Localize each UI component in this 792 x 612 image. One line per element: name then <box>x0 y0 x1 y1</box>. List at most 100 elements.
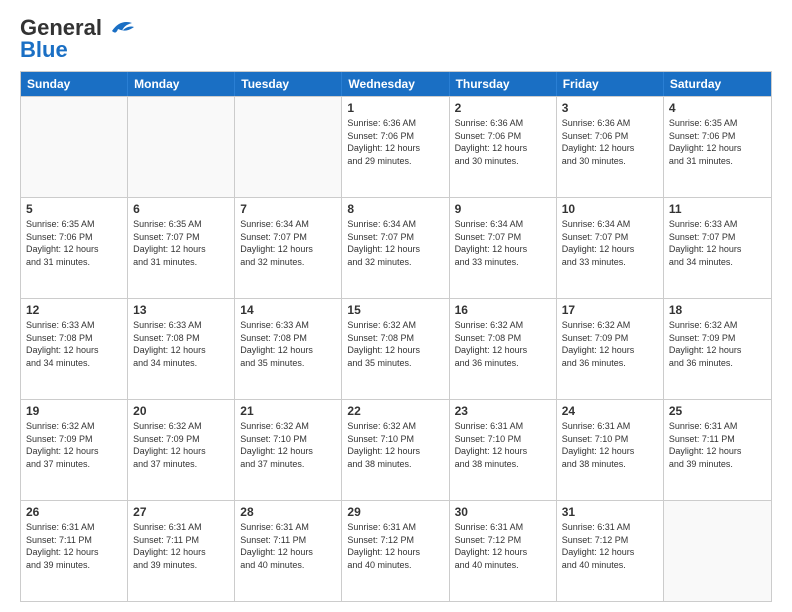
day-info-5: Sunrise: 6:35 AM Sunset: 7:06 PM Dayligh… <box>26 218 122 268</box>
day-cell-16: 16 Sunrise: 6:32 AM Sunset: 7:08 PM Dayli… <box>450 299 557 399</box>
day-info-28: Sunrise: 6:31 AM Sunset: 7:11 PM Dayligh… <box>240 521 336 571</box>
day-info-19: Sunrise: 6:32 AM Sunset: 7:09 PM Dayligh… <box>26 420 122 470</box>
day-info-10: Sunrise: 6:34 AM Sunset: 7:07 PM Dayligh… <box>562 218 658 268</box>
header-day-sunday: Sunday <box>21 72 128 96</box>
day-number-30: 30 <box>455 505 551 519</box>
calendar-header: SundayMondayTuesdayWednesdayThursdayFrid… <box>21 72 771 96</box>
day-cell-9: 9 Sunrise: 6:34 AM Sunset: 7:07 PM Daylig… <box>450 198 557 298</box>
day-info-13: Sunrise: 6:33 AM Sunset: 7:08 PM Dayligh… <box>133 319 229 369</box>
day-cell-3: 3Sunrise: 6:36 AM Sunset: 7:06 PM Daylig… <box>557 97 664 197</box>
day-info-26: Sunrise: 6:31 AM Sunset: 7:11 PM Dayligh… <box>26 521 122 571</box>
logo-blue: Blue <box>20 37 68 63</box>
day-info-12: Sunrise: 6:33 AM Sunset: 7:08 PM Dayligh… <box>26 319 122 369</box>
day-number-19: 19 <box>26 404 122 418</box>
day-number-18: 18 <box>669 303 766 317</box>
day-cell-10: 10 Sunrise: 6:34 AM Sunset: 7:07 PM Dayli… <box>557 198 664 298</box>
day-info-15: Sunrise: 6:32 AM Sunset: 7:08 PM Dayligh… <box>347 319 443 369</box>
day-number-21: 21 <box>240 404 336 418</box>
day-number-13: 13 <box>133 303 229 317</box>
day-info-18: Sunrise: 6:32 AM Sunset: 7:09 PM Dayligh… <box>669 319 766 369</box>
day-cell-6: 6 Sunrise: 6:35 AM Sunset: 7:07 PM Daylig… <box>128 198 235 298</box>
day-info-31: Sunrise: 6:31 AM Sunset: 7:12 PM Dayligh… <box>562 521 658 571</box>
day-cell-24: 24 Sunrise: 6:31 AM Sunset: 7:10 PM Dayli… <box>557 400 664 500</box>
header-day-wednesday: Wednesday <box>342 72 449 96</box>
day-number-8: 8 <box>347 202 443 216</box>
day-cell-30: 30 Sunrise: 6:31 AM Sunset: 7:12 PM Dayli… <box>450 501 557 601</box>
week-row-2: 5Sunrise: 6:35 AM Sunset: 7:06 PM Daylig… <box>21 197 771 298</box>
day-cell-27: 27Sunrise: 6:31 AM Sunset: 7:11 PM Dayli… <box>128 501 235 601</box>
day-number-6: 6 <box>133 202 229 216</box>
header-day-friday: Friday <box>557 72 664 96</box>
day-cell-1: 1Sunrise: 6:36 AM Sunset: 7:06 PM Daylig… <box>342 97 449 197</box>
calendar-body: 1 Sunrise: 6:36 AM Sunset: 7:06 PM Daylig… <box>21 96 771 601</box>
day-number-2: 2 <box>455 101 551 115</box>
day-number-24: 24 <box>562 404 658 418</box>
day-info-27: Sunrise: 6:31 AM Sunset: 7:11 PM Dayligh… <box>133 521 229 571</box>
day-number-9: 9 <box>455 202 551 216</box>
day-info-14: Sunrise: 6:33 AM Sunset: 7:08 PM Dayligh… <box>240 319 336 369</box>
day-number-23: 23 <box>455 404 551 418</box>
day-info-17: Sunrise: 6:32 AM Sunset: 7:09 PM Dayligh… <box>562 319 658 369</box>
day-cell-25: 25 Sunrise: 6:31 AM Sunset: 7:11 PM Dayli… <box>664 400 771 500</box>
day-cell-28: 28 Sunrise: 6:31 AM Sunset: 7:11 PM Dayli… <box>235 501 342 601</box>
day-cell-7: 7Sunrise: 6:34 AM Sunset: 7:07 PM Daylig… <box>235 198 342 298</box>
day-number-11: 11 <box>669 202 766 216</box>
day-cell-13: 13 Sunrise: 6:33 AM Sunset: 7:08 PM Dayli… <box>128 299 235 399</box>
day-info-29: Sunrise: 6:31 AM Sunset: 7:12 PM Dayligh… <box>347 521 443 571</box>
day-info-23: Sunrise: 6:31 AM Sunset: 7:10 PM Dayligh… <box>455 420 551 470</box>
day-cell-18: 18 Sunrise: 6:32 AM Sunset: 7:09 PM Dayli… <box>664 299 771 399</box>
day-info-4: Sunrise: 6:35 AM Sunset: 7:06 PM Dayligh… <box>669 117 766 167</box>
day-info-25: Sunrise: 6:31 AM Sunset: 7:11 PM Dayligh… <box>669 420 766 470</box>
day-info-20: Sunrise: 6:32 AM Sunset: 7:09 PM Dayligh… <box>133 420 229 470</box>
day-cell-12: 12Sunrise: 6:33 AM Sunset: 7:08 PM Dayli… <box>21 299 128 399</box>
day-number-29: 29 <box>347 505 443 519</box>
logo-bird-icon <box>104 17 136 39</box>
day-info-16: Sunrise: 6:32 AM Sunset: 7:08 PM Dayligh… <box>455 319 551 369</box>
empty-cell-w0-d0 <box>21 97 128 197</box>
week-row-3: 12Sunrise: 6:33 AM Sunset: 7:08 PM Dayli… <box>21 298 771 399</box>
day-cell-19: 19 Sunrise: 6:32 AM Sunset: 7:09 PM Dayli… <box>21 400 128 500</box>
week-row-4: 19 Sunrise: 6:32 AM Sunset: 7:09 PM Dayli… <box>21 399 771 500</box>
day-number-26: 26 <box>26 505 122 519</box>
day-number-15: 15 <box>347 303 443 317</box>
day-cell-22: 22Sunrise: 6:32 AM Sunset: 7:10 PM Dayli… <box>342 400 449 500</box>
header-day-monday: Monday <box>128 72 235 96</box>
day-number-1: 1 <box>347 101 443 115</box>
day-info-9: Sunrise: 6:34 AM Sunset: 7:07 PM Dayligh… <box>455 218 551 268</box>
empty-cell-w4-d6 <box>664 501 771 601</box>
week-row-5: 26 Sunrise: 6:31 AM Sunset: 7:11 PM Dayli… <box>21 500 771 601</box>
day-cell-2: 2 Sunrise: 6:36 AM Sunset: 7:06 PM Daylig… <box>450 97 557 197</box>
week-row-1: 1 Sunrise: 6:36 AM Sunset: 7:06 PM Daylig… <box>21 96 771 197</box>
day-cell-5: 5Sunrise: 6:35 AM Sunset: 7:06 PM Daylig… <box>21 198 128 298</box>
day-cell-8: 8 Sunrise: 6:34 AM Sunset: 7:07 PM Daylig… <box>342 198 449 298</box>
day-info-24: Sunrise: 6:31 AM Sunset: 7:10 PM Dayligh… <box>562 420 658 470</box>
day-number-17: 17 <box>562 303 658 317</box>
day-cell-17: 17 Sunrise: 6:32 AM Sunset: 7:09 PM Dayli… <box>557 299 664 399</box>
empty-cell-w0-d2 <box>235 97 342 197</box>
day-number-4: 4 <box>669 101 766 115</box>
day-cell-23: 23 Sunrise: 6:31 AM Sunset: 7:10 PM Dayli… <box>450 400 557 500</box>
day-info-2: Sunrise: 6:36 AM Sunset: 7:06 PM Dayligh… <box>455 117 551 167</box>
day-cell-14: 14Sunrise: 6:33 AM Sunset: 7:08 PM Dayli… <box>235 299 342 399</box>
day-info-30: Sunrise: 6:31 AM Sunset: 7:12 PM Dayligh… <box>455 521 551 571</box>
header-day-saturday: Saturday <box>664 72 771 96</box>
empty-cell-w0-d1 <box>128 97 235 197</box>
day-info-6: Sunrise: 6:35 AM Sunset: 7:07 PM Dayligh… <box>133 218 229 268</box>
logo: General Blue <box>20 15 136 63</box>
day-number-28: 28 <box>240 505 336 519</box>
day-number-31: 31 <box>562 505 658 519</box>
day-cell-21: 21Sunrise: 6:32 AM Sunset: 7:10 PM Dayli… <box>235 400 342 500</box>
day-cell-20: 20 Sunrise: 6:32 AM Sunset: 7:09 PM Dayli… <box>128 400 235 500</box>
day-number-16: 16 <box>455 303 551 317</box>
day-number-25: 25 <box>669 404 766 418</box>
day-info-8: Sunrise: 6:34 AM Sunset: 7:07 PM Dayligh… <box>347 218 443 268</box>
day-number-22: 22 <box>347 404 443 418</box>
day-info-3: Sunrise: 6:36 AM Sunset: 7:06 PM Dayligh… <box>562 117 658 167</box>
day-number-10: 10 <box>562 202 658 216</box>
calendar: SundayMondayTuesdayWednesdayThursdayFrid… <box>20 71 772 602</box>
day-number-20: 20 <box>133 404 229 418</box>
day-cell-15: 15 Sunrise: 6:32 AM Sunset: 7:08 PM Dayli… <box>342 299 449 399</box>
day-info-11: Sunrise: 6:33 AM Sunset: 7:07 PM Dayligh… <box>669 218 766 268</box>
day-info-7: Sunrise: 6:34 AM Sunset: 7:07 PM Dayligh… <box>240 218 336 268</box>
day-cell-4: 4 Sunrise: 6:35 AM Sunset: 7:06 PM Daylig… <box>664 97 771 197</box>
